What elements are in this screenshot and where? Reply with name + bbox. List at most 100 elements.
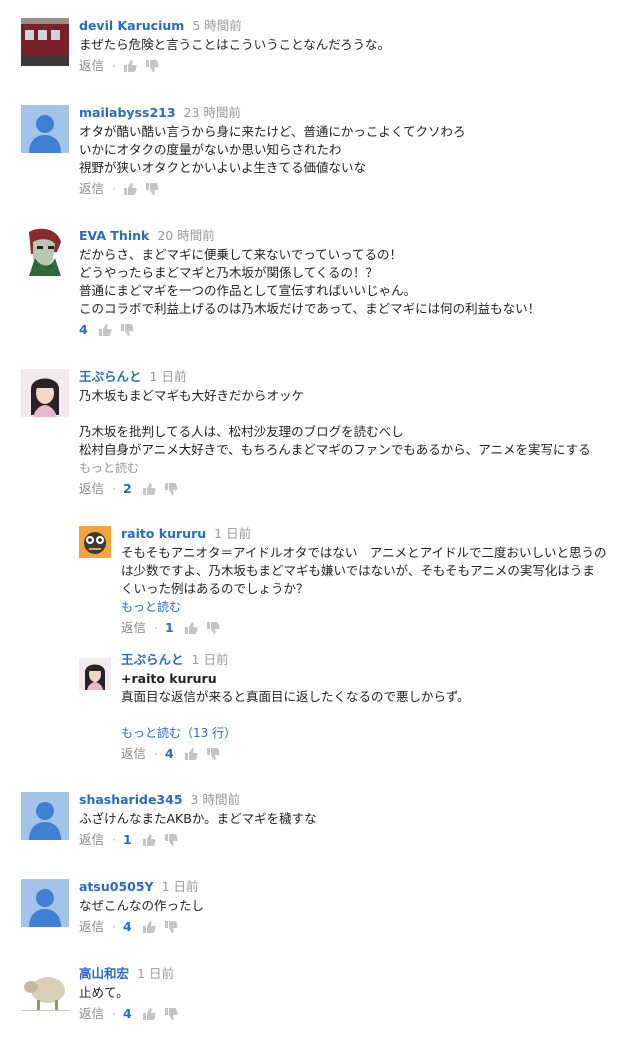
reply-button[interactable]: 返信 [79, 1005, 104, 1023]
avatar[interactable] [21, 228, 69, 276]
comment: devil Karucium 5 時間前 まぜたら危険と言うことはこういうことなん… [0, 18, 637, 88]
comment-line: どうやったらまどマギと乃木坂が関係してくるの！？ [79, 265, 379, 280]
read-more-link[interactable]: もっと読む（13 行） [121, 724, 470, 742]
thumbs-up-icon[interactable] [142, 482, 156, 496]
comment-time[interactable]: 1 日前 [192, 652, 229, 667]
avatar[interactable] [21, 18, 69, 66]
separator: · [112, 919, 116, 934]
comment-time[interactable]: 20 時間前 [157, 228, 214, 243]
author-name[interactable]: 王ぷらんと [121, 652, 184, 667]
comment-actions: 返信 · 1 [121, 619, 607, 637]
comment-actions: 返信 · 1 [79, 831, 317, 849]
like-count: 2 [123, 481, 132, 496]
thumbs-up-icon[interactable] [142, 833, 156, 847]
author-name[interactable]: 高山和宏 [79, 966, 129, 981]
comment-line: まぜたら危険と言うことはこういうことなんだろうな。 [79, 37, 391, 52]
comment-line: だからさ、まどマギに便乗して来ないでっていってるの！ [79, 247, 403, 262]
comment-line: 止めて。 [79, 985, 129, 1000]
like-count: 4 [79, 322, 88, 337]
thumbs-up-icon[interactable] [123, 182, 137, 196]
author-name[interactable]: shasharide345 [79, 792, 183, 807]
thumbs-down-icon[interactable] [145, 59, 159, 73]
thumbs-up-icon[interactable] [184, 621, 198, 635]
author-name[interactable]: raito kururu [121, 526, 206, 541]
thumbs-down-icon[interactable] [164, 920, 178, 934]
comment-line: 乃木坂もまどマギも大好きだからオッケ [79, 388, 305, 403]
thumbs-down-icon[interactable] [145, 182, 159, 196]
reply-button[interactable]: 返信 [79, 57, 104, 75]
thumbs-down-icon[interactable] [120, 323, 134, 337]
comment-time[interactable]: 1 日前 [137, 966, 174, 981]
reply-button[interactable]: 返信 [79, 918, 104, 936]
comment-actions: 返信 · 4 [121, 745, 470, 763]
comment-actions: 返信 · [79, 57, 390, 75]
avatar[interactable] [79, 658, 111, 690]
like-count: 4 [123, 1006, 132, 1021]
like-count: 4 [123, 919, 132, 934]
author-name[interactable]: atsu0505Y [79, 879, 154, 894]
avatar[interactable] [21, 879, 69, 927]
comment-time[interactable]: 23 時間前 [184, 105, 241, 120]
thumbs-up-icon[interactable] [98, 323, 112, 337]
author-name[interactable]: mailabyss213 [79, 105, 176, 120]
comment-actions: 返信 · 4 [79, 1005, 186, 1023]
thumbs-down-icon[interactable] [164, 833, 178, 847]
separator: · [112, 58, 116, 73]
separator: · [112, 1006, 116, 1021]
comment-actions: 4 [79, 321, 540, 339]
read-more-link[interactable]: もっと読む [121, 598, 607, 616]
avatar[interactable] [79, 526, 111, 558]
comment-text: 止めて。 [79, 984, 186, 1002]
thumbs-up-icon[interactable] [123, 59, 137, 73]
thumbs-down-icon[interactable] [206, 747, 220, 761]
avatar[interactable] [21, 966, 69, 1014]
reply-button[interactable]: 返信 [121, 619, 146, 637]
separator: · [154, 746, 158, 761]
separator: · [112, 481, 116, 496]
reply-button[interactable]: 返信 [79, 831, 104, 849]
comment-actions: 返信 · 4 [79, 918, 204, 936]
avatar[interactable] [21, 105, 69, 153]
reply-button[interactable]: 返信 [79, 180, 104, 198]
comment-time[interactable]: 3 時間前 [191, 792, 240, 807]
reply-button[interactable]: 返信 [79, 480, 104, 498]
like-count: 1 [123, 832, 132, 847]
reply-button[interactable]: 返信 [121, 745, 146, 763]
mention-link[interactable]: +raito kururu [121, 670, 470, 688]
comment-time[interactable]: 1 日前 [162, 879, 199, 894]
thumbs-up-icon[interactable] [184, 747, 198, 761]
comment-time[interactable]: 5 時間前 [192, 18, 241, 33]
comment-line: 真面目な返信が来ると真面目に返したくなるので悪しからず。 [121, 689, 470, 704]
separator: · [112, 181, 116, 196]
comment-line: そもそもアニオタ＝アイドルオタではない アニメとアイドルで二度おいしいと思うの [121, 545, 607, 560]
thumbs-up-icon[interactable] [142, 1007, 156, 1021]
like-count: 1 [165, 620, 174, 635]
separator: · [154, 620, 158, 635]
avatar[interactable] [21, 792, 69, 840]
author-name[interactable]: EVA Think [79, 228, 149, 243]
comment-line: 普通にまどマギを一つの作品として宣伝すればいいじゃん。 [79, 283, 417, 298]
comment-time[interactable]: 1 日前 [214, 526, 251, 541]
comment-line: 松村自身がアニメ大好きで、もちろんまどマギのファンでもあるから、アニメを実写にす… [79, 442, 591, 457]
author-name[interactable]: 王ぷらんと [79, 369, 142, 384]
comment-text: ふざけんなまたAKBか。まどマギを穢すな [79, 810, 317, 828]
thumbs-up-icon[interactable] [142, 920, 156, 934]
read-more-link[interactable]: もっと読む [79, 459, 591, 477]
comment-line: 乃木坂を批判してる人は、松村沙友理のブログを読むべし [79, 424, 404, 439]
avatar[interactable] [21, 369, 69, 417]
comment-line: くいった例はあるのでしょうか？ [121, 581, 309, 596]
comment-time[interactable]: 1 日前 [150, 369, 187, 384]
thumbs-down-icon[interactable] [164, 1007, 178, 1021]
comment-line: ふざけんなまたAKBか。まどマギを穢すな [79, 811, 317, 826]
like-count: 4 [165, 746, 174, 761]
comment-text: そもそもアニオタ＝アイドルオタではない アニメとアイドルで二度おいしいと思うの … [121, 544, 607, 598]
comment-text: なぜこんなの作ったし [79, 897, 204, 915]
thumbs-down-icon[interactable] [206, 621, 220, 635]
comment-text: オタが酷い酷い言うから身に来たけど、普通にかっこよくてクソわろ いかにオタクの度… [79, 123, 466, 177]
thumbs-down-icon[interactable] [164, 482, 178, 496]
comment-line: 視野が狭いオタクとかいよいよ生きてる価値ないな [79, 160, 367, 175]
comment-line: は少数ですよ、乃木坂もまどマギも嫌いではないが、そもそもアニメの実写化はうま [121, 563, 595, 578]
author-name[interactable]: devil Karucium [79, 18, 184, 33]
comment-line: なぜこんなの作ったし [79, 898, 205, 913]
